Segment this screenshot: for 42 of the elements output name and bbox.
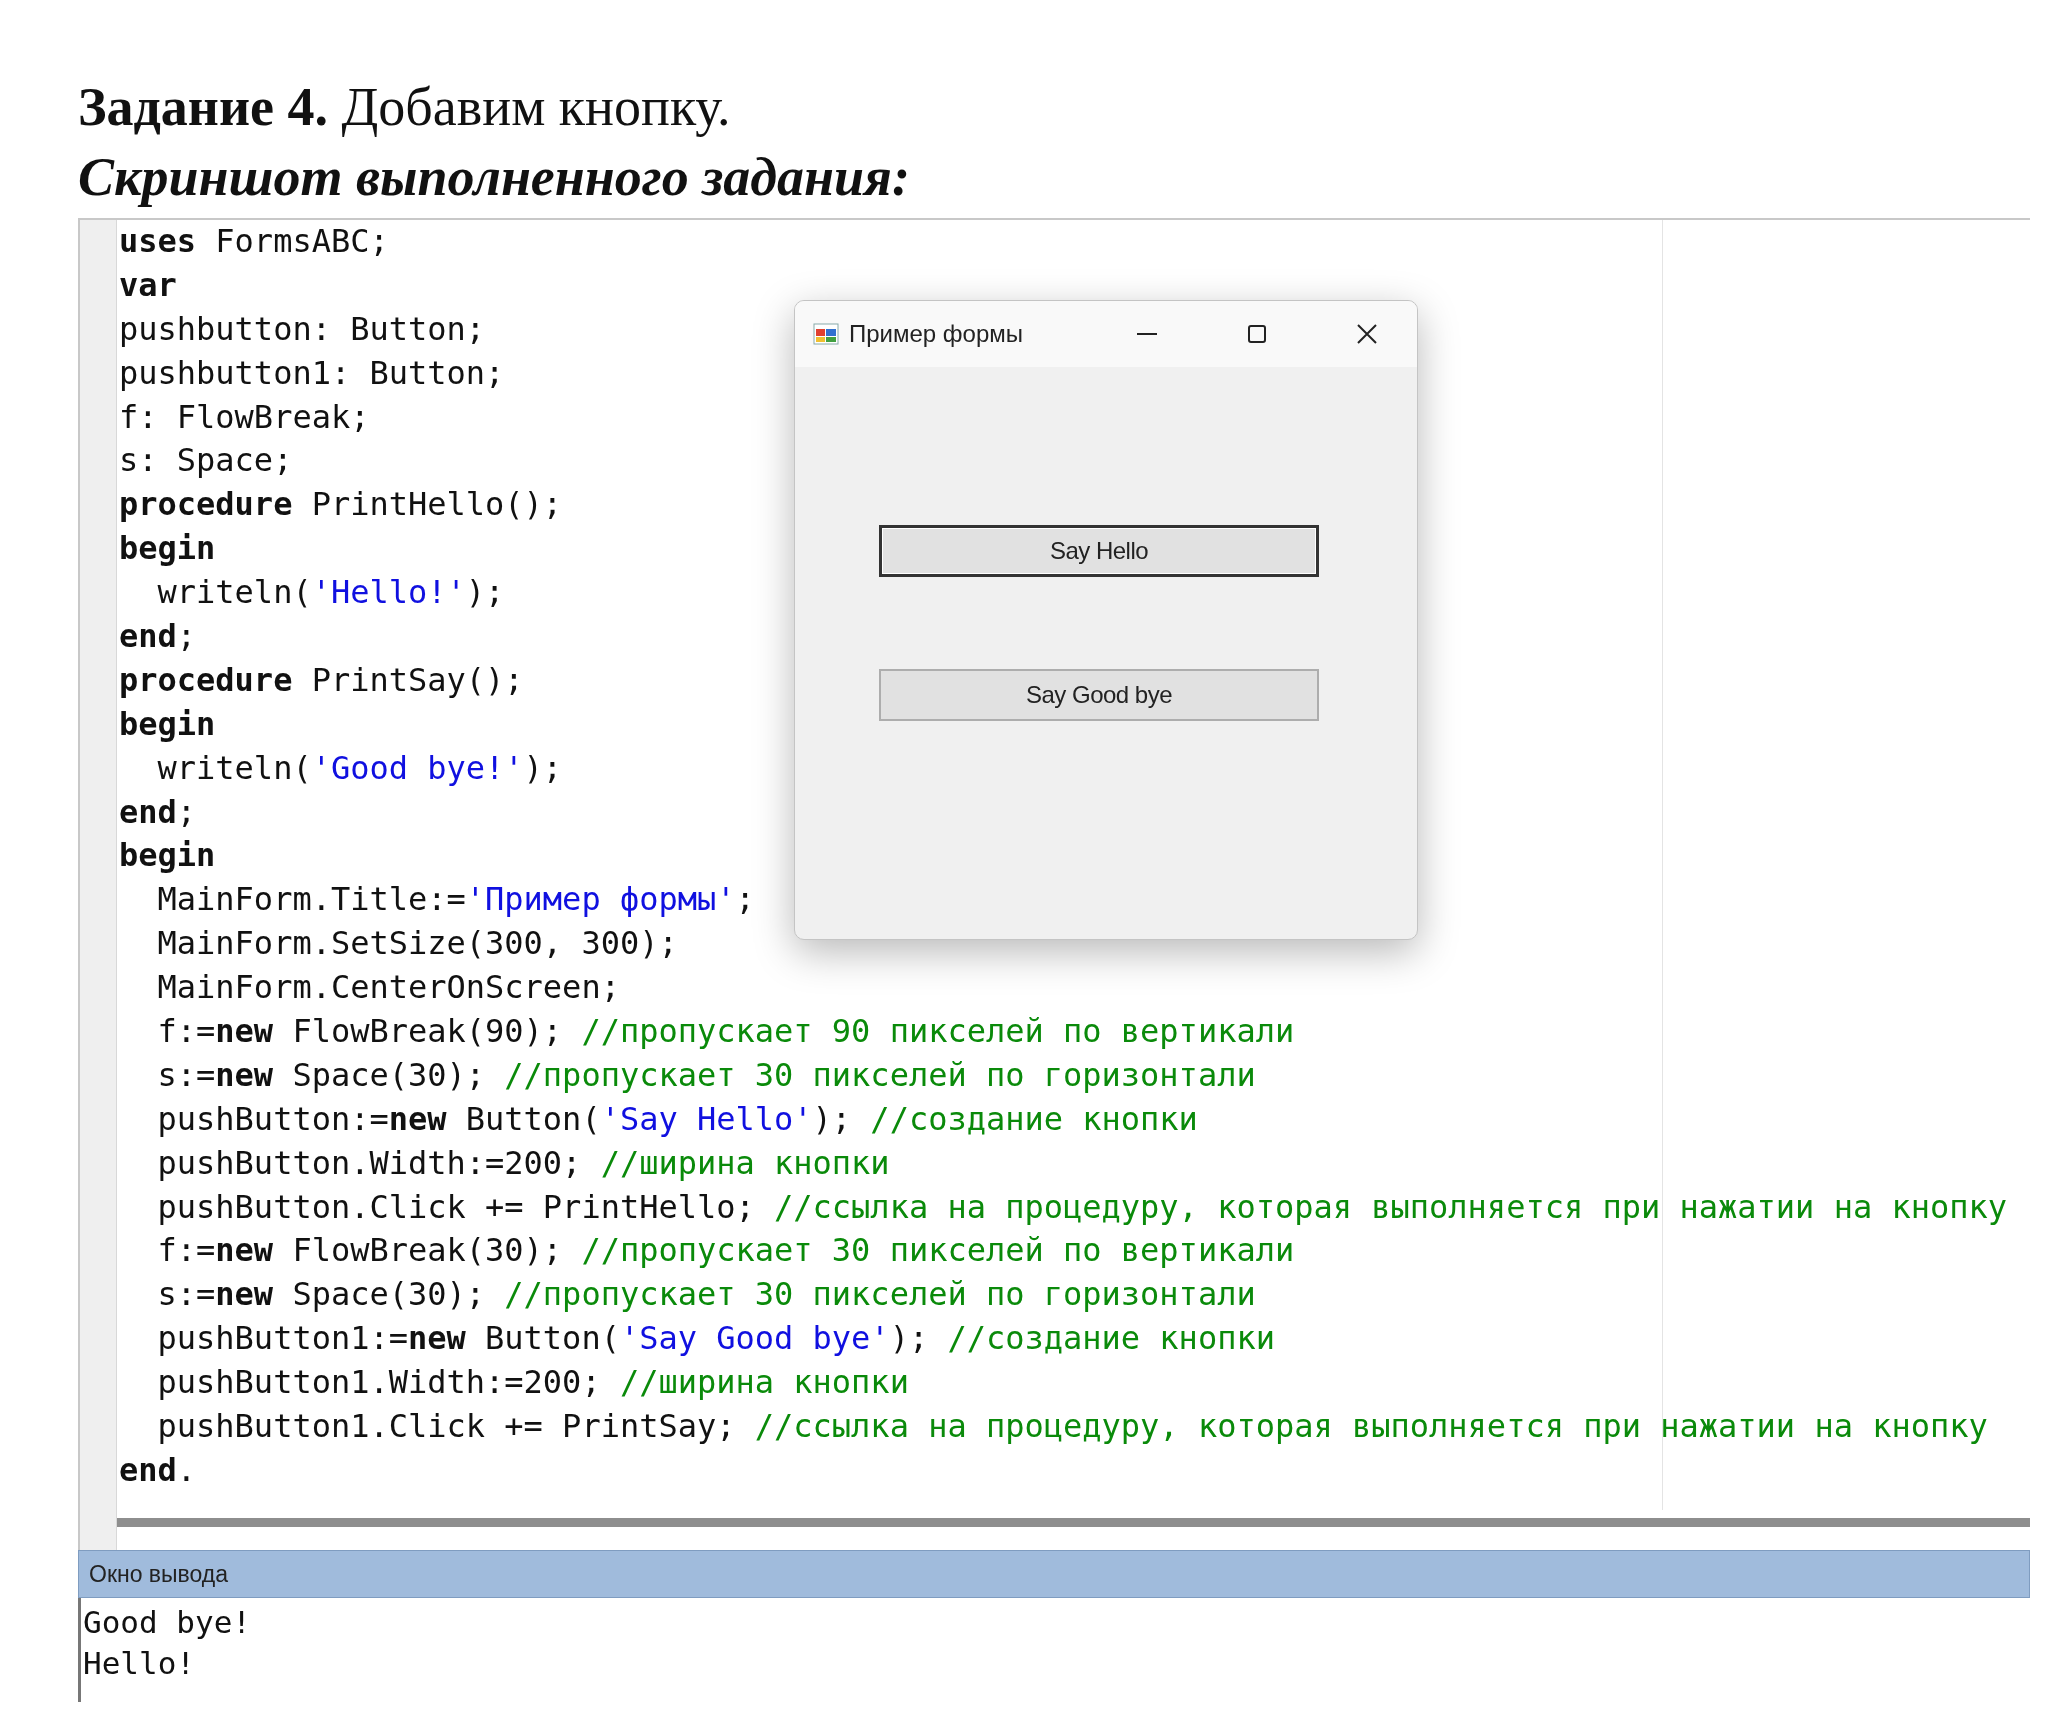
code-line: s:=new Space(30); //пропускает 30 пикселей по горизонтали bbox=[156, 1054, 1256, 1096]
code-line: pushbutton1: Button; bbox=[119, 352, 505, 394]
code-line: begin bbox=[119, 703, 216, 745]
form-button[interactable]: Say Good bye bbox=[879, 669, 1319, 721]
code-line: end; bbox=[119, 616, 197, 657]
form-button[interactable]: Say Hello bbox=[879, 525, 1319, 577]
subheading: Скриншот выполненного задания: bbox=[78, 146, 911, 209]
scrollbar[interactable] bbox=[117, 1518, 2030, 1527]
close-icon bbox=[1356, 323, 1378, 345]
output-line: Good bye! bbox=[83, 1603, 252, 1642]
code-line: procedure PrintHello(); bbox=[119, 484, 563, 526]
code-line: begin bbox=[119, 528, 216, 570]
code-line: var bbox=[119, 264, 177, 306]
code-line: procedure PrintSay(); bbox=[119, 659, 524, 701]
code-line: pushButton.Width:=200; //ширина кнопки bbox=[156, 1142, 890, 1184]
code-line: s:=new Space(30); //пропускает 30 пикселей по горизонтали bbox=[156, 1274, 1256, 1316]
maximize-icon bbox=[1246, 323, 1268, 345]
code-line: writeln('Good bye!'); bbox=[156, 747, 563, 789]
code-line: MainForm.SetSize(300, 300); bbox=[156, 923, 678, 965]
code-line: pushButton1.Click += PrintSay; //ссылка на процедуру, которая выполняется при нажатии на кнопку bbox=[156, 1406, 1988, 1448]
code-line: s: Space; bbox=[119, 440, 293, 482]
code-line: pushButton:=new Button('Say Hello'); //создание кнопки bbox=[156, 1098, 1198, 1140]
code-line: pushButton.Click += PrintHello; //ссылка на процедуру, которая выполняется при нажатии на кнопку bbox=[156, 1186, 2008, 1228]
code-line: end; bbox=[119, 791, 197, 833]
code-line: pushButton1:=new Button('Say Good bye'); //создание кнопки bbox=[156, 1318, 1275, 1360]
window-app-icon bbox=[813, 321, 839, 347]
task-heading: Задание 4. Добавим кнопку. bbox=[78, 76, 732, 139]
output-panel-header: Окно вывода bbox=[78, 1550, 2030, 1598]
code-line: pushButton1.Width:=200; //ширина кнопки bbox=[156, 1362, 909, 1404]
window-title: Пример формы bbox=[849, 320, 1025, 348]
code-line: uses FormsABC; bbox=[119, 221, 389, 262]
code-line: pushbutton: Button; bbox=[119, 308, 486, 350]
code-line: f:=new FlowBreak(90); //пропускает 90 пикселей по вертикали bbox=[156, 1011, 1295, 1053]
code-line: f:=new FlowBreak(30); //пропускает 30 пикселей по вертикали bbox=[156, 1230, 1295, 1272]
minimize-icon bbox=[1137, 333, 1157, 335]
code-line: end. bbox=[119, 1449, 197, 1491]
code-line: MainForm.CenterOnScreen; bbox=[156, 967, 620, 1009]
output-line: Hello! bbox=[83, 1644, 196, 1683]
code-line: writeln('Hello!'); bbox=[156, 572, 505, 614]
code-line: f: FlowBreak; bbox=[119, 396, 370, 438]
code-line: begin bbox=[119, 835, 216, 877]
code-line: MainForm.Title:='Пример формы'; bbox=[156, 879, 755, 921]
